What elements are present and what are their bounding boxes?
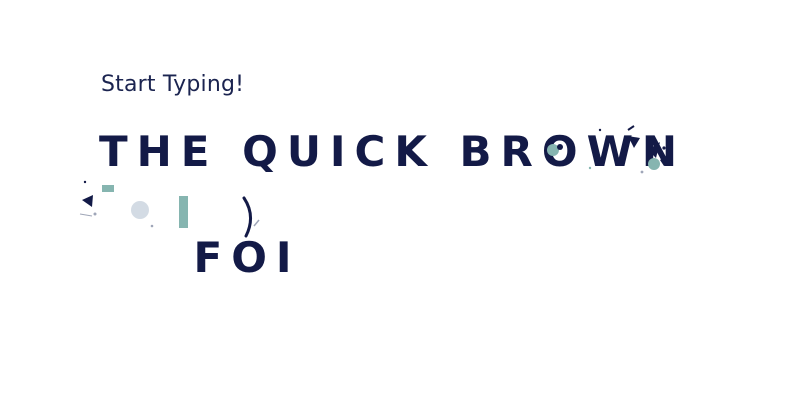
- text-cursor-icon: [242, 196, 260, 238]
- typing-stage[interactable]: Start Typing! THE QUICK BROWN FOI: [0, 0, 800, 400]
- typed-text-line-1: THE QUICK BROWN: [99, 127, 687, 176]
- typed-text-line-2: FOI: [99, 183, 301, 333]
- typed-text-line-2-content: FOI: [193, 233, 301, 282]
- prompt-label: Start Typing!: [101, 72, 245, 97]
